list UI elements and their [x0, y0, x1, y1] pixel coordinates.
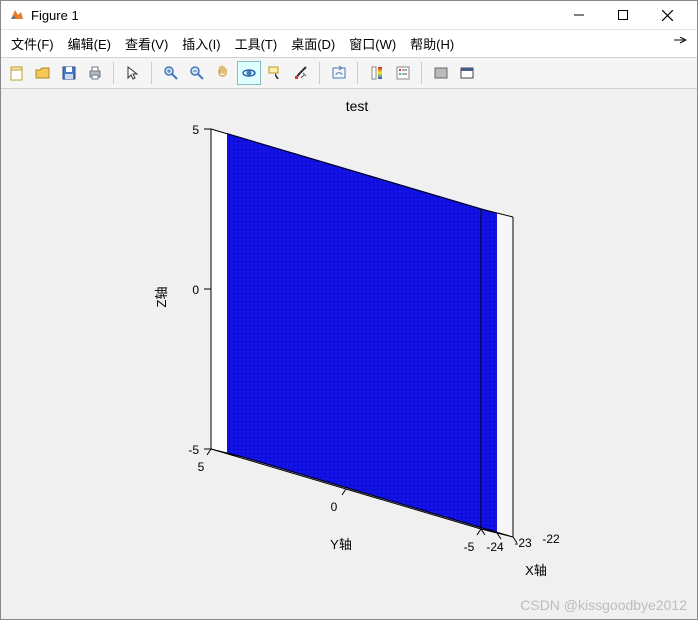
- window-title: Figure 1: [31, 8, 557, 23]
- svg-text:0: 0: [192, 283, 199, 297]
- colorbar-button[interactable]: [365, 61, 389, 85]
- dock-icon: [459, 65, 475, 81]
- pan-button[interactable]: [211, 61, 235, 85]
- z-label: Z轴: [154, 287, 169, 308]
- open-icon: [35, 65, 51, 81]
- svg-text:5: 5: [198, 460, 205, 474]
- zoom-out-button[interactable]: [185, 61, 209, 85]
- print-icon: [87, 65, 103, 81]
- x-label: X轴: [525, 563, 547, 578]
- link-button[interactable]: [327, 61, 351, 85]
- toolbar: [1, 58, 697, 89]
- pointer-icon: [125, 65, 141, 81]
- legend-icon: [395, 65, 411, 81]
- zoom-out-icon: [189, 65, 205, 81]
- toolbar-overflow-icon[interactable]: [673, 37, 687, 51]
- menu-edit[interactable]: 编辑(E): [68, 34, 111, 53]
- separator: [357, 62, 359, 84]
- svg-text:-22: -22: [542, 532, 560, 546]
- minimize-icon: [574, 10, 584, 20]
- pointer-button[interactable]: [121, 61, 145, 85]
- new-figure-icon: [9, 65, 25, 81]
- menu-view[interactable]: 查看(V): [125, 34, 168, 53]
- save-button[interactable]: [57, 61, 81, 85]
- svg-text:0: 0: [331, 500, 338, 514]
- new-figure-button[interactable]: [5, 61, 29, 85]
- minimize-button[interactable]: [557, 1, 601, 29]
- hide-tools-button[interactable]: [429, 61, 453, 85]
- dock-button[interactable]: [455, 61, 479, 85]
- axes-area[interactable]: test: [1, 89, 697, 619]
- separator: [151, 62, 153, 84]
- x-ticks: -24 -23 -22: [481, 529, 560, 554]
- svg-text:-5: -5: [188, 443, 199, 457]
- menubar: 文件(F) 编辑(E) 查看(V) 插入(I) 工具(T) 桌面(D) 窗口(W…: [1, 30, 697, 58]
- colorbar-icon: [369, 65, 385, 81]
- surface: [227, 133, 497, 533]
- z-ticks: 5 0 -5: [188, 123, 211, 457]
- open-button[interactable]: [31, 61, 55, 85]
- svg-text:-24: -24: [486, 540, 504, 554]
- separator: [319, 62, 321, 84]
- maximize-icon: [618, 10, 628, 20]
- menu-window[interactable]: 窗口(W): [349, 34, 396, 53]
- data-cursor-icon: [267, 65, 283, 81]
- menu-desktop[interactable]: 桌面(D): [291, 34, 335, 53]
- data-cursor-button[interactable]: [263, 61, 287, 85]
- print-button[interactable]: [83, 61, 107, 85]
- axes-3d: test: [1, 89, 697, 619]
- rotate-3d-icon: [241, 65, 257, 81]
- save-icon: [61, 65, 77, 81]
- rotate3d-button[interactable]: [237, 61, 261, 85]
- brush-button[interactable]: [289, 61, 313, 85]
- maximize-button[interactable]: [601, 1, 645, 29]
- close-button[interactable]: [645, 1, 689, 29]
- svg-text:5: 5: [192, 123, 199, 137]
- figure-window: Figure 1 文件(F) 编辑(E) 查看(V) 插入(I) 工具(T) 桌…: [0, 0, 698, 620]
- titlebar: Figure 1: [1, 1, 697, 30]
- menu-help[interactable]: 帮助(H): [410, 34, 454, 53]
- matlab-icon: [9, 7, 25, 23]
- zoom-in-button[interactable]: [159, 61, 183, 85]
- menu-tools[interactable]: 工具(T): [235, 34, 278, 53]
- brush-icon: [293, 65, 309, 81]
- zoom-in-icon: [163, 65, 179, 81]
- menu-file[interactable]: 文件(F): [11, 34, 54, 53]
- link-icon: [331, 65, 347, 81]
- svg-text:-5: -5: [464, 540, 475, 554]
- chart-title: test: [346, 98, 369, 114]
- separator: [421, 62, 423, 84]
- hide-tools-icon: [433, 65, 449, 81]
- menu-insert[interactable]: 插入(I): [182, 34, 220, 53]
- pan-icon: [215, 65, 231, 81]
- separator: [113, 62, 115, 84]
- close-icon: [662, 10, 673, 21]
- legend-button[interactable]: [391, 61, 415, 85]
- y-label: Y轴: [330, 537, 352, 552]
